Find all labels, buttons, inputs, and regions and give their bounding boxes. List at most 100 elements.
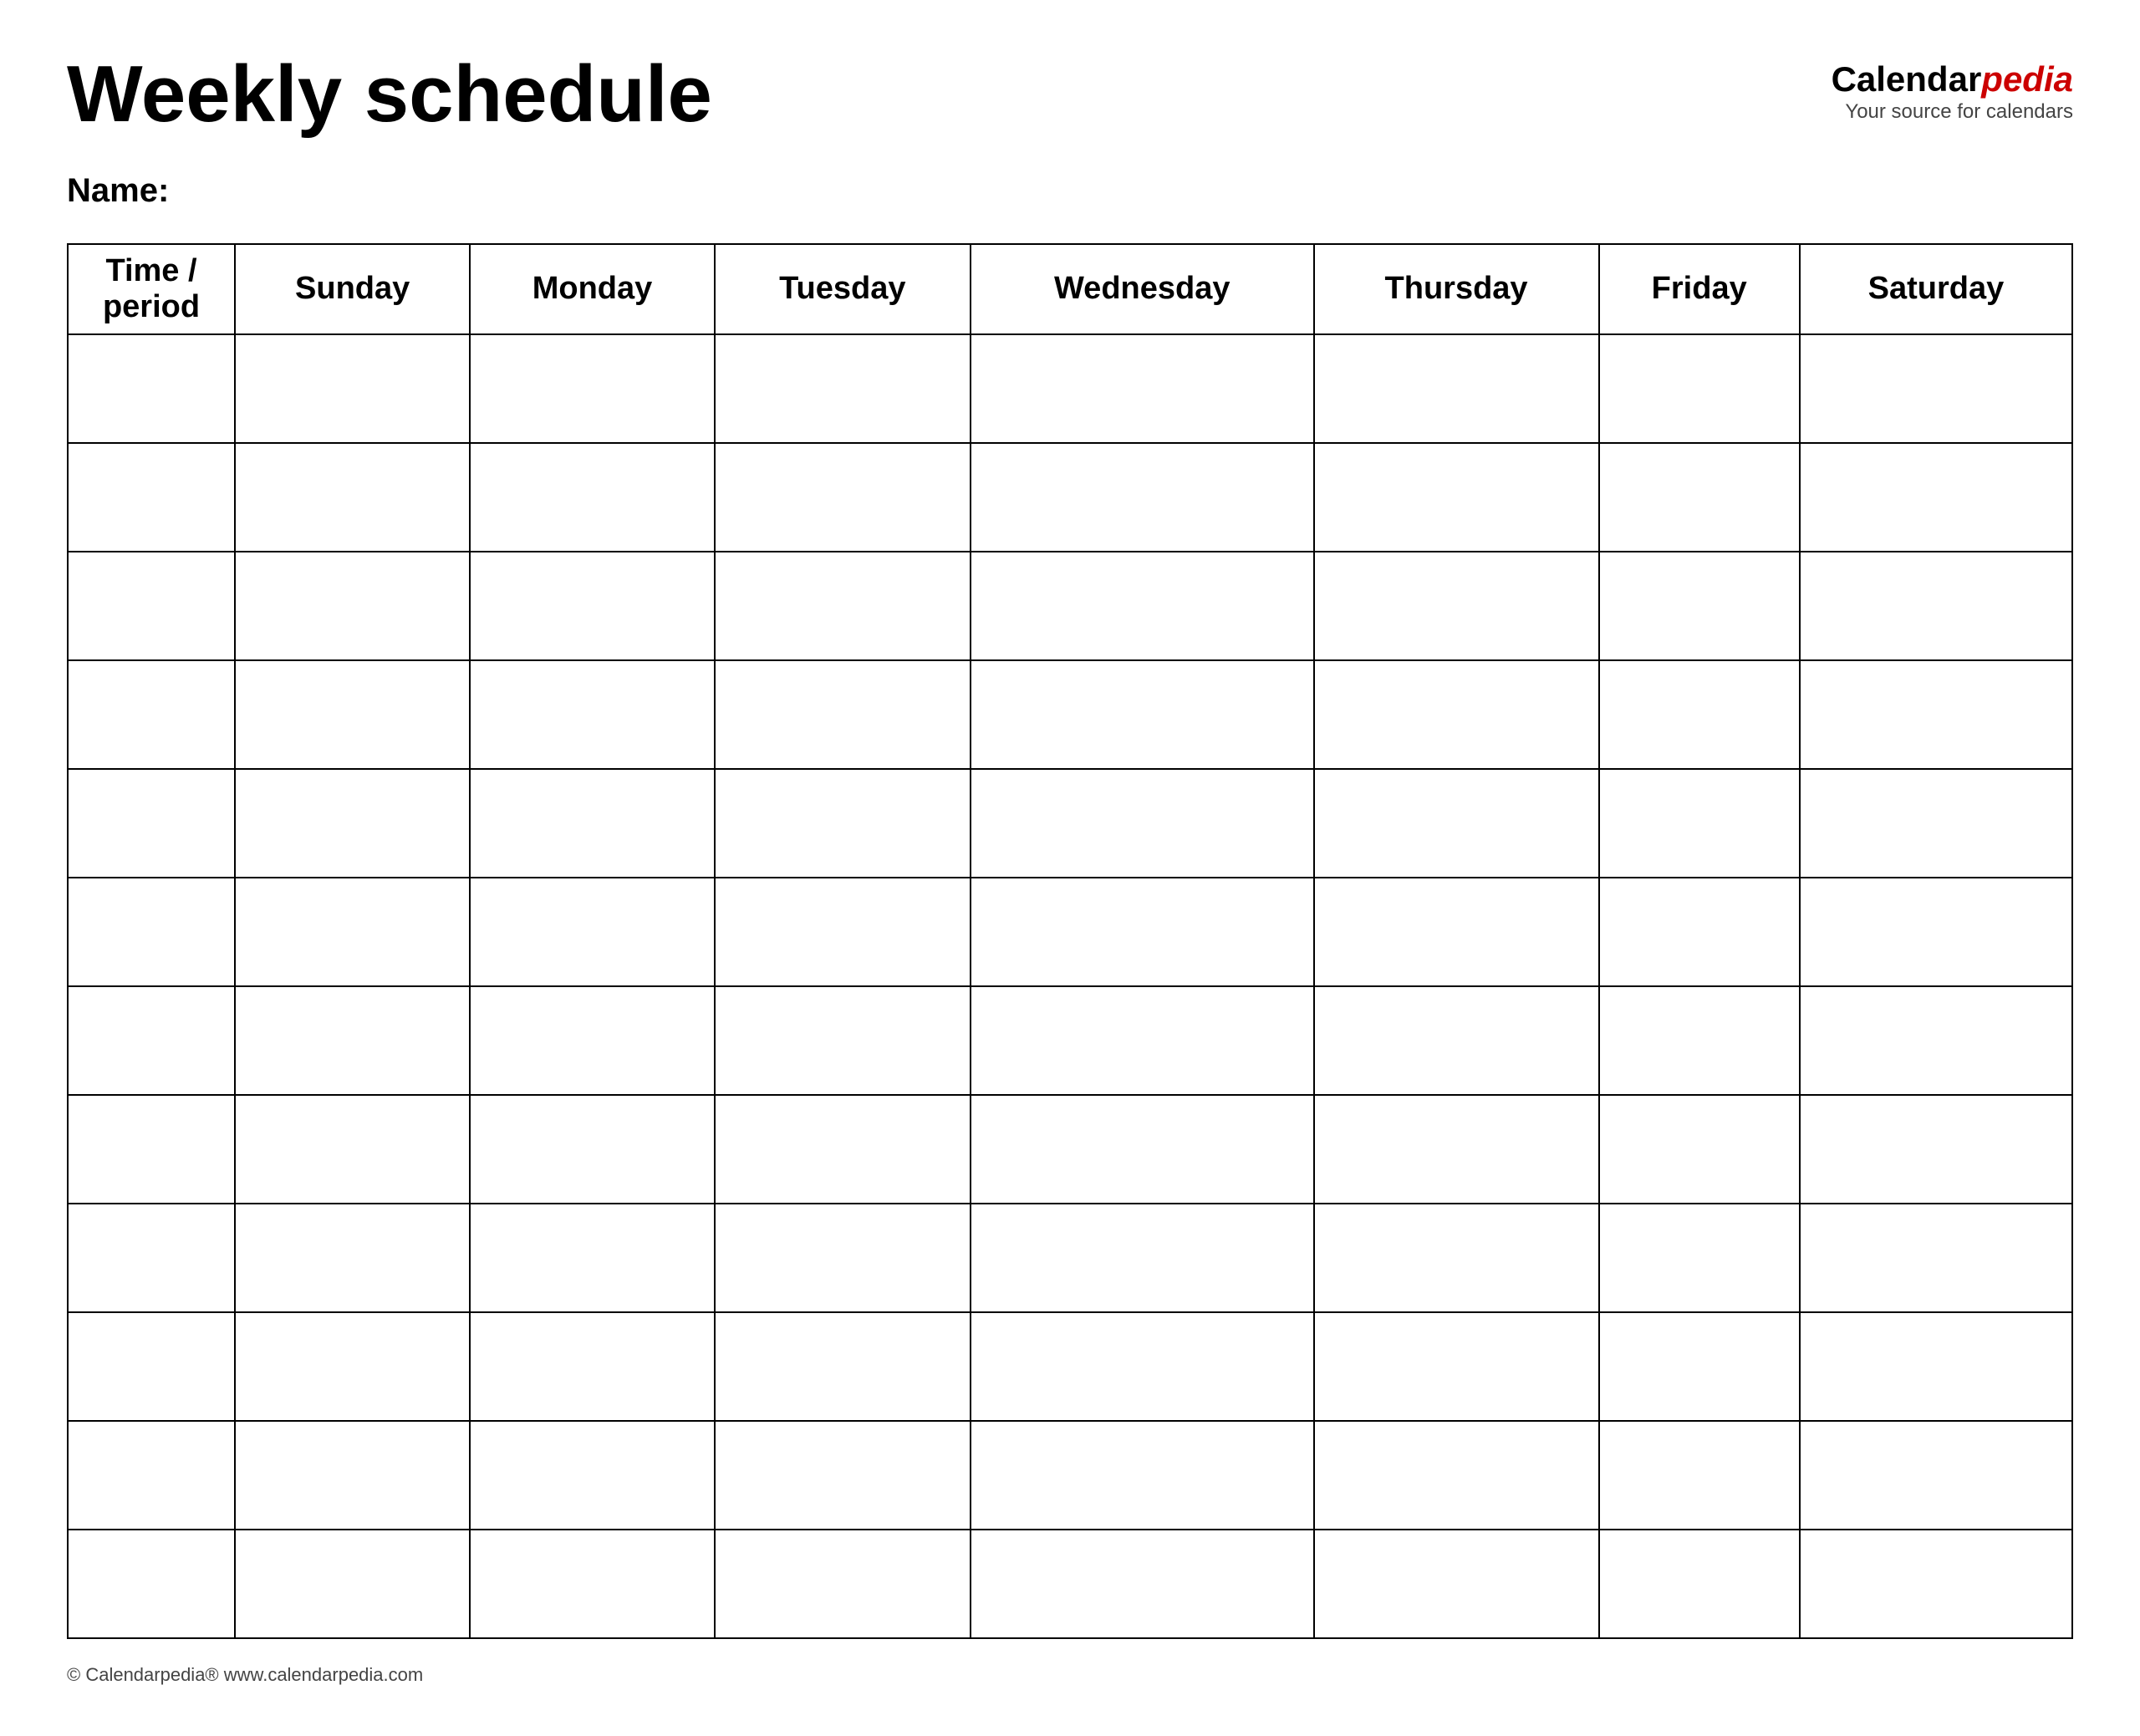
schedule-cell[interactable] [715, 1421, 971, 1530]
time-cell[interactable] [68, 986, 235, 1095]
schedule-cell[interactable] [235, 878, 470, 986]
schedule-cell[interactable] [1599, 1421, 1800, 1530]
schedule-cell[interactable] [470, 1204, 714, 1312]
table-row [68, 443, 2072, 552]
schedule-cell[interactable] [1314, 769, 1599, 878]
schedule-cell[interactable] [1599, 769, 1800, 878]
schedule-cell[interactable] [971, 1530, 1314, 1638]
schedule-cell[interactable] [971, 769, 1314, 878]
schedule-cell[interactable] [971, 334, 1314, 443]
schedule-cell[interactable] [1800, 1095, 2072, 1204]
schedule-cell[interactable] [1800, 878, 2072, 986]
schedule-cell[interactable] [1800, 334, 2072, 443]
schedule-cell[interactable] [1599, 443, 1800, 552]
schedule-cell[interactable] [971, 443, 1314, 552]
schedule-cell[interactable] [1314, 552, 1599, 660]
time-cell[interactable] [68, 1530, 235, 1638]
schedule-cell[interactable] [235, 1095, 470, 1204]
schedule-cell[interactable] [1800, 1421, 2072, 1530]
schedule-cell[interactable] [235, 660, 470, 769]
schedule-cell[interactable] [470, 552, 714, 660]
col-header-tuesday: Tuesday [715, 244, 971, 334]
schedule-cell[interactable] [1599, 1204, 1800, 1312]
schedule-cell[interactable] [470, 1530, 714, 1638]
schedule-cell[interactable] [1800, 660, 2072, 769]
schedule-cell[interactable] [1314, 1312, 1599, 1421]
schedule-cell[interactable] [1599, 660, 1800, 769]
col-header-friday: Friday [1599, 244, 1800, 334]
schedule-cell[interactable] [1800, 1530, 2072, 1638]
schedule-cell[interactable] [235, 1530, 470, 1638]
schedule-cell[interactable] [235, 986, 470, 1095]
schedule-cell[interactable] [470, 1421, 714, 1530]
schedule-cell[interactable] [1314, 334, 1599, 443]
schedule-cell[interactable] [715, 1095, 971, 1204]
schedule-cell[interactable] [971, 1421, 1314, 1530]
schedule-cell[interactable] [1599, 552, 1800, 660]
table-row [68, 1095, 2072, 1204]
schedule-cell[interactable] [470, 660, 714, 769]
schedule-cell[interactable] [971, 1095, 1314, 1204]
schedule-cell[interactable] [470, 769, 714, 878]
schedule-cell[interactable] [235, 443, 470, 552]
schedule-cell[interactable] [1599, 878, 1800, 986]
schedule-cell[interactable] [715, 878, 971, 986]
schedule-cell[interactable] [1800, 986, 2072, 1095]
schedule-cell[interactable] [470, 1312, 714, 1421]
schedule-cell[interactable] [235, 1421, 470, 1530]
time-cell[interactable] [68, 552, 235, 660]
time-cell[interactable] [68, 334, 235, 443]
schedule-cell[interactable] [470, 443, 714, 552]
schedule-cell[interactable] [715, 1530, 971, 1638]
schedule-cell[interactable] [1599, 1530, 1800, 1638]
schedule-cell[interactable] [1599, 986, 1800, 1095]
time-cell[interactable] [68, 769, 235, 878]
schedule-cell[interactable] [1800, 552, 2072, 660]
schedule-cell[interactable] [235, 334, 470, 443]
schedule-cell[interactable] [470, 986, 714, 1095]
time-cell[interactable] [68, 1204, 235, 1312]
schedule-cell[interactable] [1800, 1204, 2072, 1312]
schedule-cell[interactable] [715, 986, 971, 1095]
schedule-cell[interactable] [715, 334, 971, 443]
schedule-cell[interactable] [971, 986, 1314, 1095]
schedule-cell[interactable] [1314, 1204, 1599, 1312]
schedule-cell[interactable] [971, 660, 1314, 769]
schedule-cell[interactable] [715, 660, 971, 769]
schedule-cell[interactable] [715, 1204, 971, 1312]
schedule-cell[interactable] [235, 552, 470, 660]
schedule-cell[interactable] [715, 443, 971, 552]
schedule-cell[interactable] [715, 552, 971, 660]
schedule-cell[interactable] [235, 1312, 470, 1421]
schedule-cell[interactable] [1314, 1421, 1599, 1530]
schedule-cell[interactable] [1599, 334, 1800, 443]
schedule-cell[interactable] [971, 878, 1314, 986]
time-cell[interactable] [68, 1421, 235, 1530]
time-cell[interactable] [68, 443, 235, 552]
schedule-cell[interactable] [1599, 1095, 1800, 1204]
schedule-cell[interactable] [235, 1204, 470, 1312]
schedule-cell[interactable] [1800, 769, 2072, 878]
schedule-cell[interactable] [1314, 1095, 1599, 1204]
schedule-cell[interactable] [1800, 1312, 2072, 1421]
schedule-cell[interactable] [971, 1312, 1314, 1421]
schedule-cell[interactable] [470, 878, 714, 986]
schedule-cell[interactable] [470, 1095, 714, 1204]
schedule-cell[interactable] [971, 1204, 1314, 1312]
schedule-cell[interactable] [1314, 443, 1599, 552]
schedule-cell[interactable] [1599, 1312, 1800, 1421]
schedule-cell[interactable] [1800, 443, 2072, 552]
time-cell[interactable] [68, 1312, 235, 1421]
schedule-cell[interactable] [1314, 878, 1599, 986]
schedule-cell[interactable] [235, 769, 470, 878]
schedule-cell[interactable] [470, 334, 714, 443]
schedule-cell[interactable] [971, 552, 1314, 660]
time-cell[interactable] [68, 1095, 235, 1204]
schedule-cell[interactable] [1314, 986, 1599, 1095]
schedule-cell[interactable] [1314, 1530, 1599, 1638]
time-cell[interactable] [68, 878, 235, 986]
time-cell[interactable] [68, 660, 235, 769]
schedule-cell[interactable] [715, 1312, 971, 1421]
schedule-cell[interactable] [1314, 660, 1599, 769]
schedule-cell[interactable] [715, 769, 971, 878]
